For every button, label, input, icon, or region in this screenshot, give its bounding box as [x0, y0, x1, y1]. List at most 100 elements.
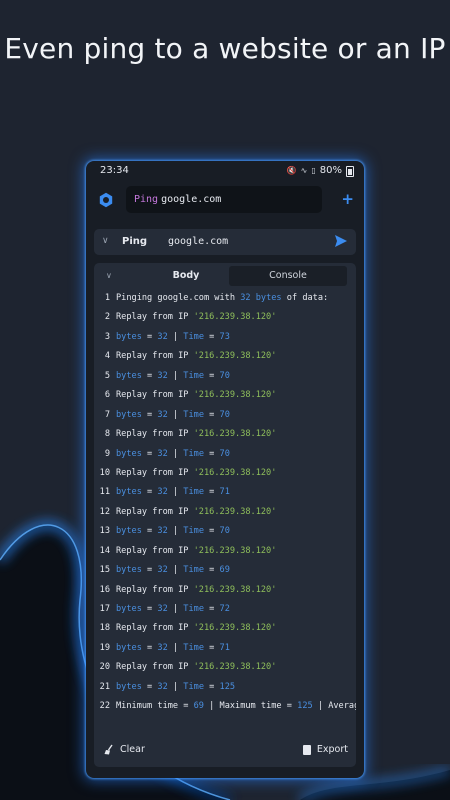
separator: |	[312, 701, 329, 712]
time-label: Time	[183, 331, 204, 342]
equals-sign: =	[204, 331, 220, 342]
equals-sign: =	[204, 487, 220, 498]
console-line: 15 bytes = 32 | Time = 69	[94, 561, 356, 580]
bytes-label: bytes	[116, 448, 142, 459]
line-text: Pinging google.com with 32 bytes of data…	[116, 289, 328, 308]
url-host: google.com	[161, 194, 222, 205]
bytes-value: 32	[157, 448, 168, 459]
line-text: bytes = 32 | Time = 69	[116, 561, 230, 580]
tab-body[interactable]: Body	[144, 266, 228, 286]
line-number: 5	[104, 370, 110, 381]
response-panel: ∨ Body Console 1 Pinging google.com with …	[94, 263, 356, 767]
line-number: 12	[99, 506, 110, 517]
line-number: 2	[104, 312, 110, 323]
line-text: Replay from IP '216.239.38.120'	[116, 619, 276, 638]
bytes-value: 32	[157, 604, 168, 614]
chevron-down-icon[interactable]: ∨	[102, 236, 109, 246]
line-text: Replay from IP '216.239.38.120'	[116, 464, 276, 483]
request-method: Ping	[122, 236, 148, 247]
request-host: google.com	[168, 236, 229, 247]
line-text: Replay from IP '216.239.38.120'	[116, 503, 276, 522]
bytes-value: 32	[157, 370, 168, 381]
bytes-label: bytes	[116, 370, 142, 381]
bytes-value: 32	[157, 526, 168, 537]
console-line: 22 Minimum time = 69 | Maximum time = 125…	[94, 697, 356, 716]
time-value: 70	[219, 409, 230, 420]
add-icon[interactable]: +	[341, 190, 354, 208]
reply-ip: '216.239.38.120'	[193, 506, 277, 517]
time-label: Time	[183, 604, 204, 614]
export-button[interactable]: Export	[302, 744, 348, 755]
separator: |	[167, 681, 184, 692]
console-line: 12 Replay from IP '216.239.38.120'	[94, 503, 356, 522]
line-number: 19	[99, 642, 110, 653]
equals-sign: =	[141, 681, 158, 692]
time-label: Time	[183, 526, 204, 537]
console-line: 7 bytes = 32 | Time = 70	[94, 406, 356, 425]
line-number: 14	[99, 545, 110, 556]
equals-sign: =	[204, 409, 220, 420]
console-line: 19 bytes = 32 | Time = 71	[94, 639, 356, 658]
status-icons: 🔇 ∿ ▯ 80%	[287, 165, 354, 177]
time-value: 69	[219, 565, 230, 576]
bytes-label: bytes	[116, 487, 142, 498]
time-label: Time	[183, 448, 204, 459]
url-input[interactable]: Ping google.com	[126, 186, 322, 213]
equals-sign: =	[178, 701, 194, 712]
time-label: Time	[183, 370, 204, 381]
equals-sign: =	[281, 701, 298, 712]
time-label: Time	[183, 565, 204, 576]
line-number: 22	[99, 701, 110, 712]
reply-prefix: Replay from IP	[116, 545, 189, 556]
equals-sign: =	[141, 448, 158, 459]
console-line: 5 bytes = 32 | Time = 70	[94, 367, 356, 386]
equals-sign: =	[141, 565, 158, 576]
byte-unit: bytes	[255, 293, 282, 303]
equals-sign: =	[141, 331, 158, 342]
clear-button[interactable]: Clear	[104, 744, 145, 755]
bottom-actions: Clear Export	[86, 735, 364, 765]
time-label: Time	[183, 681, 204, 692]
reply-ip: '216.239.38.120'	[193, 312, 277, 323]
time-value: 71	[219, 487, 230, 498]
line-text: Replay from IP '216.239.38.120'	[116, 658, 276, 677]
console-line: 8 Replay from IP '216.239.38.120'	[94, 425, 356, 444]
header-text: Pinging google.com with	[116, 293, 235, 303]
reply-prefix: Replay from IP	[116, 662, 189, 673]
document-icon	[302, 744, 311, 755]
time-label: Time	[183, 409, 204, 420]
reply-ip: '216.239.38.120'	[193, 584, 277, 595]
bytes-value: 32	[157, 331, 168, 342]
status-time: 23:34	[100, 165, 129, 176]
send-icon[interactable]	[334, 234, 348, 248]
equals-sign: =	[141, 526, 158, 537]
console-line: 17 bytes = 32 | Time = 72	[94, 600, 356, 619]
request-bar[interactable]: ∨ Ping google.com	[94, 229, 356, 255]
equals-sign: =	[204, 448, 220, 459]
broom-icon	[104, 744, 113, 755]
reply-ip: '216.239.38.120'	[193, 390, 277, 401]
collapse-chevron-icon[interactable]: ∨	[106, 271, 112, 280]
headline: Even ping to a website or an IP	[4, 32, 446, 65]
time-value: 71	[219, 642, 230, 653]
line-number: 11	[99, 487, 110, 498]
console-line: 4 Replay from IP '216.239.38.120'	[94, 347, 356, 366]
battery-percent: 80%	[319, 165, 342, 176]
line-text: Replay from IP '216.239.38.120'	[116, 386, 276, 405]
line-number: 9	[104, 448, 110, 459]
settings-icon[interactable]	[98, 192, 114, 208]
line-number: 17	[99, 604, 110, 614]
equals-sign: =	[141, 409, 158, 420]
tab-console[interactable]: Console	[229, 266, 347, 286]
time-value: 70	[219, 526, 230, 537]
line-number: 13	[99, 526, 110, 537]
phone-screen: 23:34 🔇 ∿ ▯ 80% Ping google.com + ∨ Ping …	[86, 161, 364, 778]
bytes-value: 32	[157, 565, 168, 576]
console-line: 3 bytes = 32 | Time = 73	[94, 328, 356, 347]
bytes-value: 32	[157, 409, 168, 420]
console-line: 21 bytes = 32 | Time = 125	[94, 678, 356, 697]
line-number: 8	[104, 429, 110, 440]
line-number: 21	[99, 681, 110, 692]
byte-count: 32	[240, 293, 251, 303]
reply-prefix: Replay from IP	[116, 312, 189, 323]
